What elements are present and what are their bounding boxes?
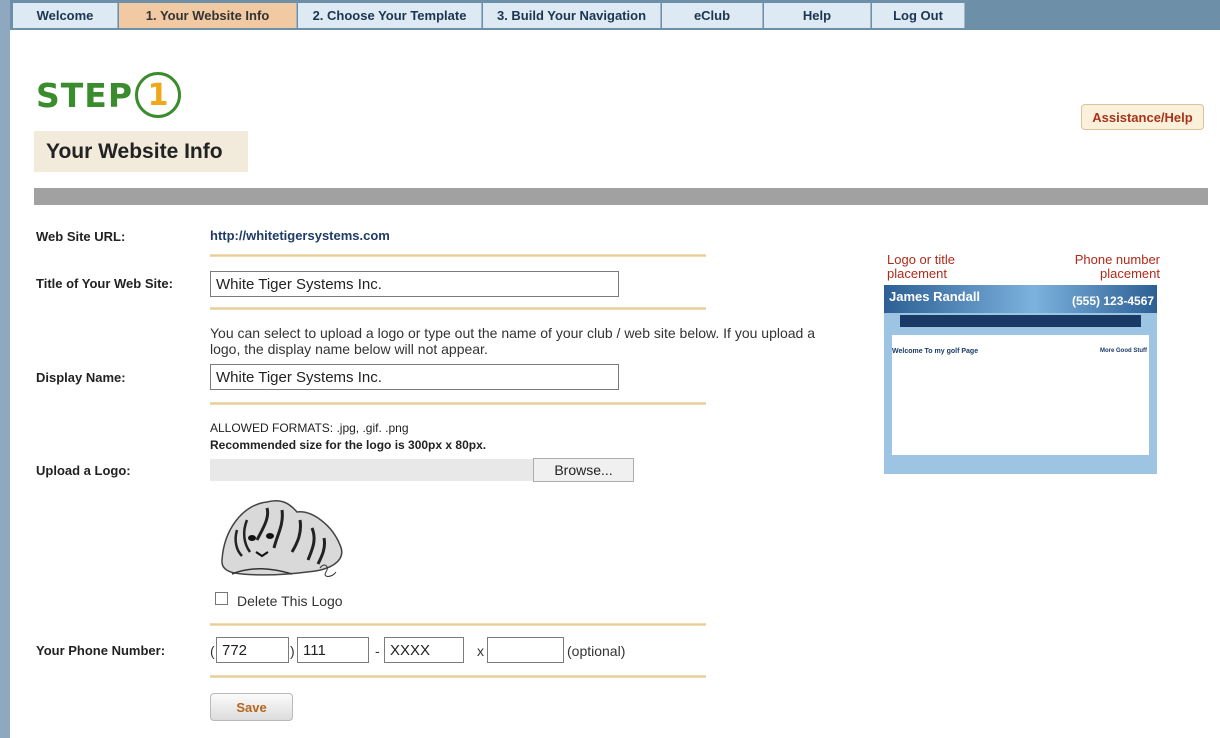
allowed-formats-text: ALLOWED FORMATS: .jpg, .gif. .png: [210, 421, 409, 435]
phone-prefix-input[interactable]: [297, 637, 369, 663]
tab-build-navigation[interactable]: 3. Build Your Navigation: [483, 3, 661, 28]
preview-side-heading: More Good Stuff: [1100, 348, 1147, 354]
logo-format-info: ALLOWED FORMATS: .jpg, .gif. .png Recomm…: [210, 420, 486, 454]
step-number: 1: [147, 77, 169, 113]
recommended-size-text: Recommended size for the logo is 300px x…: [210, 438, 487, 452]
tab-log-out[interactable]: Log Out: [872, 3, 965, 28]
phone-optional-note: (optional): [567, 643, 626, 659]
preview-site-name: James Randall: [889, 289, 981, 304]
tab-help[interactable]: Help: [764, 3, 871, 28]
left-edge-bar: [0, 0, 10, 738]
display-name-note: You can select to upload a logo or type …: [210, 325, 815, 357]
tab-your-website-info[interactable]: 1. Your Website Info: [119, 3, 297, 28]
phone-extension-marker: x: [477, 643, 484, 659]
phone-area-code-input[interactable]: [216, 637, 289, 663]
top-navigation: Welcome 1. Your Website Info 2. Choose Y…: [10, 0, 1220, 30]
display-name-label: Display Name:: [36, 370, 126, 385]
field-divider: [210, 307, 706, 310]
delete-logo-checkbox[interactable]: [215, 592, 228, 605]
preview-nav-bar: [900, 315, 1141, 327]
section-divider-bar: [34, 188, 1208, 205]
delete-logo-label: Delete This Logo: [237, 593, 343, 609]
upload-logo-label: Upload a Logo:: [36, 463, 131, 478]
phone-dash: -: [375, 643, 380, 659]
tab-choose-template[interactable]: 2. Choose Your Template: [298, 3, 482, 28]
phone-placement-caption: Phone number placement: [1074, 252, 1160, 281]
field-divider: [210, 402, 706, 405]
step-number-circle: 1: [135, 72, 182, 118]
phone-label: Your Phone Number:: [36, 643, 166, 658]
page-title: Your Website Info: [34, 131, 248, 172]
phone-extension-input[interactable]: [487, 637, 564, 663]
field-divider: [210, 675, 706, 678]
preview-heading: Welcome To my golf Page: [892, 348, 979, 355]
field-divider: [210, 254, 706, 257]
tiger-logo-image: [212, 490, 358, 584]
phone-line-input[interactable]: [384, 637, 464, 663]
url-value: http://whitetigersystems.com: [210, 228, 390, 243]
tab-eclub[interactable]: eClub: [662, 3, 763, 28]
logo-placement-caption: Logo or title placement: [887, 252, 955, 281]
save-button[interactable]: Save: [210, 693, 293, 721]
step-indicator: STEP 1: [36, 70, 182, 120]
browse-button[interactable]: Browse...: [533, 458, 634, 482]
site-title-label: Title of Your Web Site:: [36, 276, 173, 291]
url-label: Web Site URL:: [36, 229, 126, 244]
phone-paren-open: (: [210, 643, 215, 659]
field-divider: [210, 623, 706, 626]
site-title-input[interactable]: [210, 271, 619, 297]
tab-welcome[interactable]: Welcome: [13, 3, 118, 28]
step-word: STEP: [36, 75, 134, 115]
display-name-input[interactable]: [210, 364, 619, 390]
preview-phone: (555) 123-4567: [1072, 294, 1155, 308]
phone-paren-close: ): [290, 643, 295, 659]
template-preview-image: James Randall (555) 123-4567 Welcome To …: [884, 285, 1157, 474]
assistance-help-button[interactable]: Assistance/Help: [1081, 104, 1204, 130]
file-path-field[interactable]: [210, 459, 534, 481]
